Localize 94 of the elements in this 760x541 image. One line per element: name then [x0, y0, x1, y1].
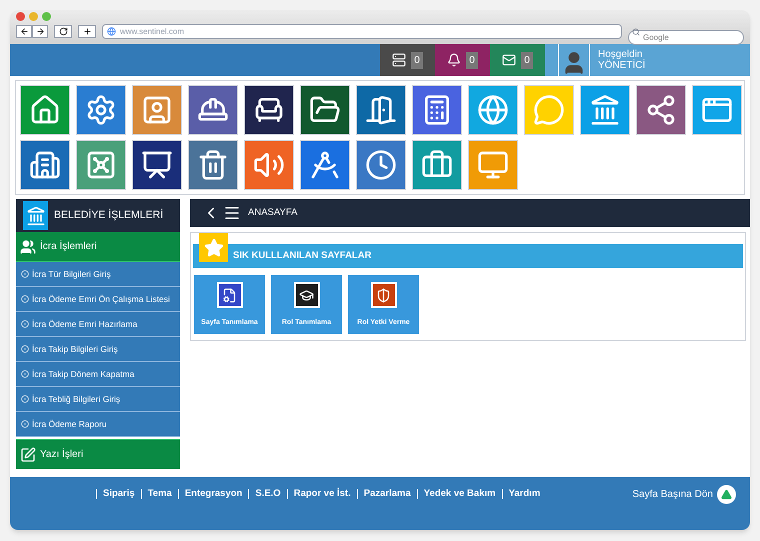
back-to-top-link[interactable]: Sayfa Başına Dön — [632, 487, 713, 502]
app-tile[interactable] — [188, 140, 238, 190]
address-field[interactable]: www.sentinel.com — [102, 24, 622, 39]
circle-dot-icon — [21, 320, 29, 328]
house-icon — [29, 94, 61, 126]
door-icon — [365, 94, 397, 126]
bank-icon — [23, 201, 48, 230]
footer-link[interactable]: Entegrasyon — [178, 489, 242, 499]
app-tile[interactable] — [244, 140, 294, 190]
app-tile[interactable] — [132, 85, 182, 135]
gear-icon — [85, 94, 117, 126]
presentation-icon — [141, 149, 173, 181]
sidebar-title: BELEDİYE İŞLEMLERİ — [54, 208, 164, 223]
mail-icon — [502, 53, 516, 67]
sidebar-item[interactable]: İcra Ödeme Emri Ön Çalışma Listesi — [16, 287, 180, 312]
app-tile[interactable] — [188, 85, 238, 135]
app-tile[interactable] — [468, 140, 518, 190]
circle-dot-icon — [21, 370, 29, 378]
user-name: YÖNETİCİ — [598, 60, 646, 71]
count-label: 0 — [411, 52, 423, 68]
search-icon — [632, 28, 640, 36]
back-arrow-icon — [20, 27, 28, 36]
app-tile[interactable] — [300, 85, 350, 135]
circle-dot-icon — [21, 345, 29, 353]
bank-icon — [589, 94, 621, 126]
footer-link[interactable]: Sipariş — [96, 489, 135, 499]
server-icon — [392, 53, 406, 67]
pen-square-icon — [20, 446, 36, 462]
app-tile[interactable] — [692, 85, 742, 135]
footer-link[interactable]: S.E.O — [248, 489, 281, 499]
app-tile[interactable] — [132, 140, 182, 190]
user-avatar-icon[interactable] — [558, 44, 590, 76]
circle-dot-icon — [21, 395, 29, 403]
reload-icon — [58, 27, 68, 36]
notification-badge[interactable]: 0 — [435, 44, 490, 76]
circle-dot-icon — [21, 270, 29, 278]
sidebar-item[interactable]: İcra Tür Bilgileri Giriş — [16, 262, 180, 287]
trash-icon — [197, 149, 229, 181]
app-tile[interactable] — [76, 140, 126, 190]
footer-link[interactable]: Yedek ve Bakım — [416, 489, 496, 499]
app-tile[interactable] — [524, 85, 574, 135]
circle-dot-icon — [21, 420, 29, 428]
globe-icon — [107, 27, 116, 36]
app-tile[interactable] — [20, 140, 70, 190]
globe-icon — [477, 94, 509, 126]
app-tile[interactable] — [580, 85, 630, 135]
app-tile[interactable] — [412, 140, 462, 190]
clock-icon — [365, 149, 397, 181]
sidebar-group[interactable]: Yazı İşleri — [16, 439, 180, 469]
app-tile[interactable] — [76, 85, 126, 135]
forward-button[interactable] — [32, 25, 48, 38]
sidebar-item[interactable]: İcra Tebliğ Bilgileri Giriş — [16, 387, 180, 412]
count-label: 0 — [466, 52, 478, 68]
notification-badge[interactable]: 0 — [490, 44, 545, 76]
bell-icon — [447, 53, 462, 67]
app-tile[interactable] — [244, 85, 294, 135]
app-tile[interactable] — [468, 85, 518, 135]
menu-icon — [223, 204, 241, 222]
sidebar-item[interactable]: İcra Ödeme Emri Hazırlama — [16, 312, 180, 337]
new-tab-button[interactable] — [78, 25, 96, 38]
sidebar-group[interactable]: İcra İşlemleri — [16, 232, 180, 262]
footer-link[interactable]: Pazarlama — [356, 489, 411, 499]
safe-icon — [85, 149, 117, 181]
app-tile[interactable] — [20, 85, 70, 135]
building-icon — [29, 149, 61, 181]
search-field[interactable]: Google — [628, 30, 744, 45]
circle-dot-icon — [21, 295, 29, 303]
chat-bubble-icon — [533, 94, 565, 126]
footer-link[interactable]: Tema — [140, 489, 172, 499]
forward-arrow-icon — [36, 27, 44, 36]
address-text: www.sentinel.com — [120, 26, 184, 38]
sidebar-item[interactable]: İcra Takip Bilgileri Giriş — [16, 337, 180, 362]
app-tile[interactable] — [412, 85, 462, 135]
count-label: 0 — [521, 52, 533, 68]
sidebar-item[interactable]: İcra Ödeme Raporu — [16, 412, 180, 437]
app-tile[interactable] — [356, 85, 406, 135]
back-button[interactable] — [16, 25, 32, 38]
user-portrait-icon — [141, 94, 173, 126]
app-tile[interactable] — [356, 140, 406, 190]
compass-icon — [309, 149, 341, 181]
share-icon — [645, 94, 677, 126]
greeting-text: Hoşgeldin — [598, 49, 642, 60]
footer-link[interactable]: Rapor ve İst. — [286, 489, 351, 499]
plus-icon — [82, 27, 92, 36]
breadcrumb-text: ANASAYFA — [248, 206, 298, 220]
people-icon — [20, 238, 36, 254]
favorites-title: SIK KULLLANILAN SAYFALAR — [233, 248, 372, 263]
app-tile[interactable] — [300, 140, 350, 190]
reload-button[interactable] — [54, 25, 72, 38]
sidebar-item[interactable]: İcra Takip Dönem Kapatma — [16, 362, 180, 387]
monitor-icon — [477, 149, 509, 181]
app-tile[interactable] — [636, 85, 686, 135]
notification-badge[interactable]: 0 — [380, 44, 435, 76]
footer-link[interactable]: Yardım — [502, 489, 540, 499]
